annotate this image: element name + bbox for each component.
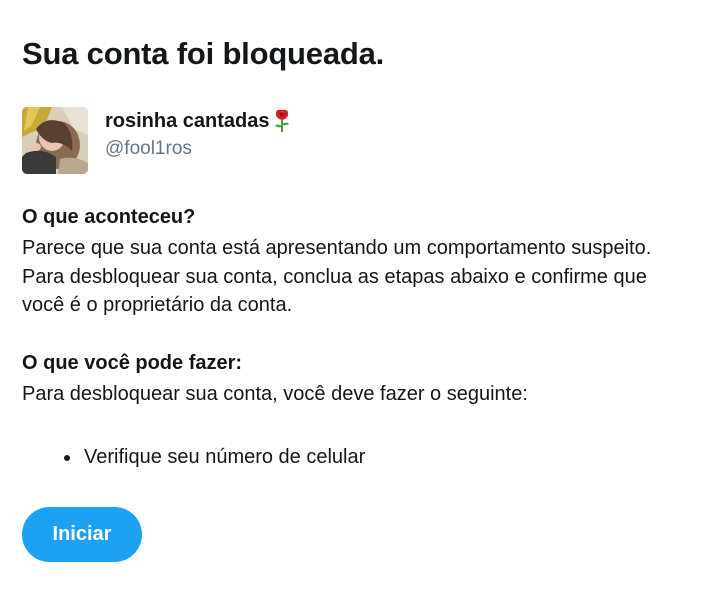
account-info: rosinha cantadas @fool1ros — [105, 107, 291, 162]
what-to-do-text: Para desbloquear sua conta, você deve fa… — [22, 383, 528, 405]
bullet-dot — [64, 455, 70, 461]
display-name-row: rosinha cantadas — [105, 108, 291, 134]
start-button[interactable]: Iniciar — [22, 507, 142, 562]
locked-account-page: Sua conta foi bloqueada. rosinha cantada… — [0, 0, 720, 595]
account-card: rosinha cantadas @fool1ros — [22, 107, 291, 175]
account-handle: @fool1ros — [105, 138, 192, 159]
step-text: Verifique seu número de celular — [84, 446, 366, 468]
what-to-do-heading: O que você pode fazer: — [22, 352, 243, 374]
step-item: Verifique seu número de celular — [64, 443, 366, 471]
avatar-image — [22, 107, 88, 174]
what-happened-heading: O que aconteceu? — [22, 206, 196, 228]
page-title: Sua conta foi bloqueada. — [22, 36, 385, 71]
what-happened-text: Parece que sua conta está apresentando u… — [22, 237, 652, 316]
rose-icon — [273, 109, 291, 133]
avatar — [22, 107, 88, 174]
display-name: rosinha cantadas — [105, 110, 270, 132]
steps-list: Verifique seu número de celular — [22, 443, 365, 471]
